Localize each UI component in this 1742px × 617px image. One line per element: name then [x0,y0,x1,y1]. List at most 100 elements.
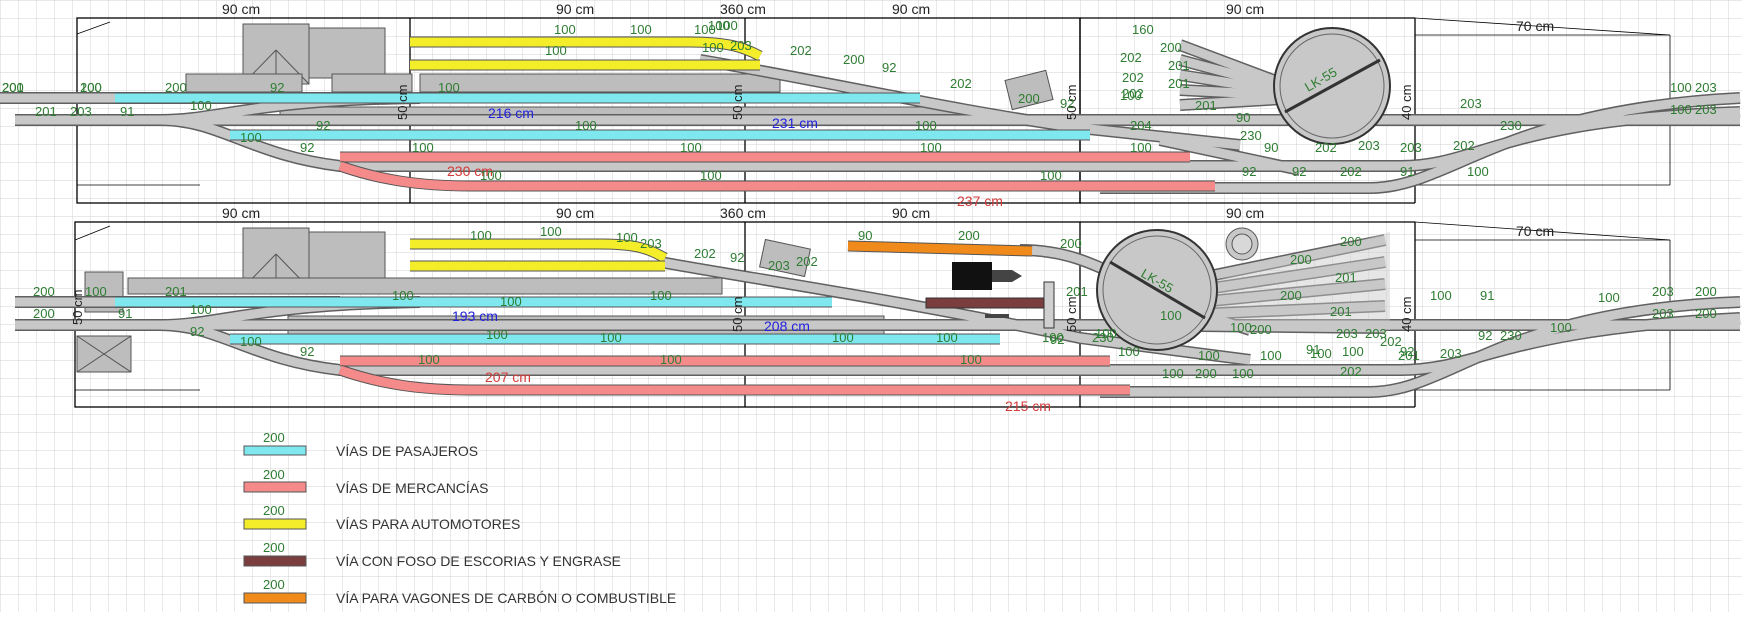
top-piece-label: 203 [1400,140,1422,155]
bottom-length-blue-2: 208 cm [764,318,810,334]
bottom-piece-label: 200 [1340,234,1362,249]
top-piece-label: 230 [1240,128,1262,143]
top-piece-label: 202 [1340,164,1362,179]
top-piece-label: 100 [694,22,716,37]
bottom-piece-label: 100 [418,352,440,367]
bottom-dim-4: 90 cm [892,205,930,221]
top-piece-label: 92 [270,80,284,95]
top-piece-label: 100 [702,40,724,55]
top-piece-label: 203 [1460,96,1482,111]
legend-swatch-coal [243,592,307,604]
top-piece-label: 100 [190,98,212,113]
top-piece-label: 92 [882,60,896,75]
legend-text: VÍA CON FOSO DE ESCORIAS Y ENGRASE [336,553,621,569]
legend-swatch-label: 200 [263,503,285,518]
bottom-piece-label: 100 [1232,366,1254,381]
bottom-piece-label: 92 [1478,328,1492,343]
bottom-piece-label: 100 [1550,320,1572,335]
bottom-piece-label: 92 [300,344,314,359]
bottom-piece-label: 200 [33,306,55,321]
legend-text: VÍA PARA VAGONES DE CARBÓN O COMBUSTIBLE [336,590,676,606]
top-piece-label: 203 [70,104,92,119]
top-piece-label: 92 [1060,96,1074,111]
top-piece-label: 202 [1122,86,1144,101]
bottom-piece-label: 100 [660,352,682,367]
bottom-piece-label: 100 [616,230,638,245]
bottom-piece-label: 200 [33,284,55,299]
bottom-side-dim-2: 50 cm [730,297,745,332]
bottom-piece-label: 203 [640,236,662,251]
bottom-piece-label: 91 [1306,342,1320,357]
bottom-piece-label: 100 [1230,320,1252,335]
top-piece-label: 203 [1695,80,1717,95]
top-piece-label: 91 [1400,164,1414,179]
bottom-piece-label: 100 [1118,344,1140,359]
bottom-piece-label: 100 [85,284,107,299]
top-piece-label: 160 [1132,22,1154,37]
bottom-piece-label: 230 [1500,328,1522,343]
bottom-piece-label: 100 [190,302,212,317]
top-piece-label: 100 [240,130,262,145]
bottom-piece-label: 203 [1336,326,1358,341]
top-piece-label: 90 [1236,110,1250,125]
top-length-blue-1: 216 cm [488,105,534,121]
top-piece-label: 100 [554,22,576,37]
top-piece-label: 91 [120,104,134,119]
top-piece-label: 201 [35,104,57,119]
top-piece-label: 100 [1467,164,1489,179]
top-piece-label: 92 [1292,164,1306,179]
legend-swatch-label: 200 [263,577,285,592]
bottom-piece-label: 203 [1652,306,1674,321]
top-piece-label: 200 [843,52,865,67]
legend-swatch-freight [243,481,307,493]
top-piece-label: 201 [1195,98,1217,113]
bottom-piece-label: 100 [1430,288,1452,303]
legend-swatch-label: 200 [263,467,285,482]
bottom-piece-label: 200 [958,228,980,243]
top-piece-label: 202 [1453,138,1475,153]
top-dim-1: 90 cm [222,1,260,17]
bottom-piece-label: 200 [1195,366,1217,381]
top-piece-label: 90 [1264,140,1278,155]
bottom-piece-label: 91 [1480,288,1494,303]
top-piece-label: 200 [165,80,187,95]
bottom-length-blue-1: 193 cm [452,308,498,324]
top-piece-label: 100 [412,140,434,155]
top-piece-label: 100 [680,140,702,155]
legend-text: VÍAS DE MERCANCÍAS [336,480,488,496]
bottom-coal-track [847,240,1033,257]
top-piece-label: 203 [730,38,752,53]
bottom-piece-label: 92 [730,250,744,265]
bottom-side-dim-1: 50 cm [70,290,85,325]
bottom-piece-label: 100 [650,288,672,303]
legend-text: VÍAS DE PASAJEROS [336,443,478,459]
bottom-piece-label: 91 [118,306,132,321]
bottom-side-dim-3: 50 cm [1064,297,1079,332]
top-piece-label: 100 [630,22,652,37]
top-length-blue-2: 231 cm [772,115,818,131]
top-turntable [1273,27,1391,145]
top-dim-5: 90 cm [1226,1,1264,17]
bottom-piece-label: 230 [1092,330,1114,345]
legend-swatch-slag [243,555,307,567]
bottom-piece-label: 201 [1398,348,1420,363]
bottom-piece-label: 100 [240,334,262,349]
bottom-piece-label: 90 [858,228,872,243]
bottom-piece-label: 203 [1440,346,1462,361]
bottom-piece-label: 100 [500,294,522,309]
bottom-piece-label: 201 [1335,270,1357,285]
track-plan-canvas: 90 cm 90 cm 360 cm 90 cm 90 cm 70 cm 50 … [0,0,1742,612]
bottom-piece-label: 201 [1066,284,1088,299]
top-piece-label: 92 [1242,164,1256,179]
top-piece-label: 203 [1358,138,1380,153]
bottom-piece-label: 100 [1160,308,1182,323]
top-piece-label: 100 [700,168,722,183]
bottom-length-red-2: 215 cm [1005,398,1051,414]
bottom-piece-label: 203 [1652,284,1674,299]
track-plan-svg: 90 cm 90 cm 360 cm 90 cm 90 cm 70 cm 50 … [0,0,1742,612]
bottom-dim-3: 360 cm [720,205,766,221]
legend-text: VÍAS PARA AUTOMOTORES [336,516,520,532]
bottom-piece-label: 100 [600,330,622,345]
legend-swatch-label: 200 [263,540,285,555]
top-dim-2: 90 cm [556,1,594,17]
